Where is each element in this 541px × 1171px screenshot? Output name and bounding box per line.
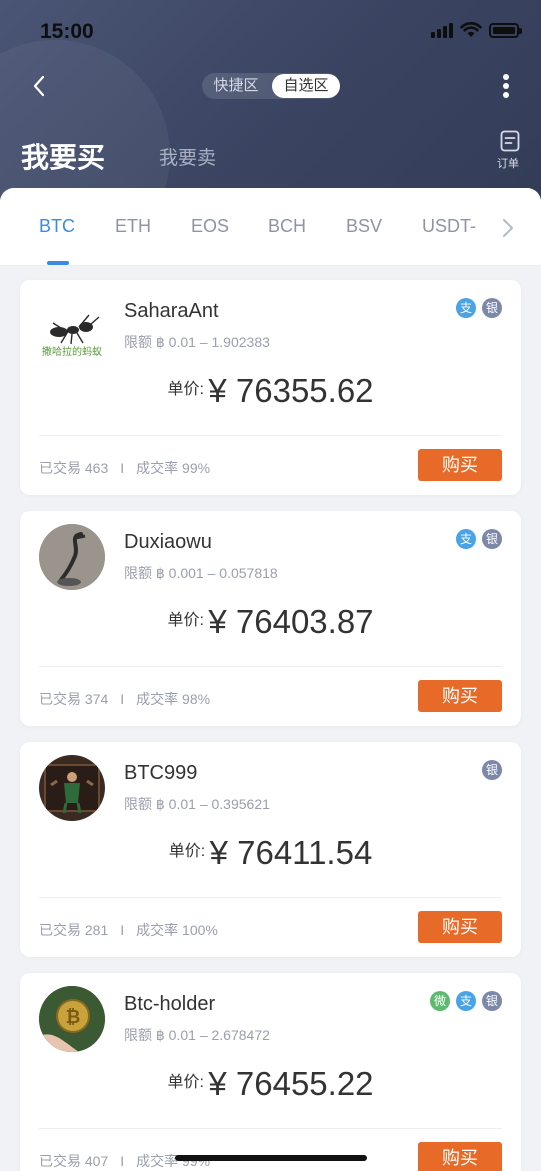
status-icons <box>431 22 522 38</box>
coin-tabs: BTC ETH EOS BCH BSV USDT- <box>0 188 541 266</box>
bank-badge: 银 <box>482 991 502 1011</box>
trade-count: 已交易 463 <box>39 460 109 476</box>
merchant-avatar[interactable]: 撒哈拉的蚂蚁 <box>39 293 105 359</box>
payment-methods: 支 银 <box>456 529 502 549</box>
listing-card[interactable]: Duxiaowu 限额 ฿ 0.001 – 0.057818 支 银 单价: ¥… <box>20 511 521 726</box>
chevron-right-icon[interactable] <box>501 218 515 238</box>
tab-btc[interactable]: BTC <box>39 216 75 237</box>
tab-bsv[interactable]: BSV <box>346 216 382 237</box>
orders-label: 订单 <box>497 158 519 170</box>
completion-rate: 成交率 98% <box>136 691 211 707</box>
price-line: 单价: ¥ 76455.22 <box>20 1065 521 1103</box>
listing-card[interactable]: 撒哈拉的蚂蚁 SaharaAnt 限额 ฿ 0.01 – 1.902383 支 … <box>20 280 521 495</box>
payment-methods: 支 银 <box>456 298 502 318</box>
merchant-name: Btc-holder <box>124 993 216 1015</box>
unit-price: ¥ 76355.62 <box>208 372 374 409</box>
price-line: 单价: ¥ 76403.87 <box>20 603 521 641</box>
zone-custom-tab[interactable]: 自选区 <box>272 74 340 98</box>
back-arrow-icon[interactable] <box>28 74 52 98</box>
listing-card[interactable]: BTC999 限额 ฿ 0.01 – 0.395621 银 单价: ¥ 7641… <box>20 742 521 957</box>
payment-methods: 银 <box>482 760 502 780</box>
unit-price: ¥ 76411.54 <box>209 834 373 871</box>
price-line: 单价: ¥ 76355.62 <box>20 372 521 410</box>
bitcoin-coin-photo: ₿ <box>39 986 105 1052</box>
buy-button[interactable]: 购买 <box>418 449 502 481</box>
alipay-badge: 支 <box>456 529 476 549</box>
alipay-badge: 支 <box>456 298 476 318</box>
completion-rate: 成交率 99% <box>136 460 211 476</box>
merchant-stats: 已交易 374 I 成交率 98% <box>39 691 211 707</box>
buy-button[interactable]: 购买 <box>418 680 502 712</box>
merchant-stats: 已交易 463 I 成交率 99% <box>39 460 211 476</box>
unit-price: ¥ 76403.87 <box>208 603 374 640</box>
wechat-badge: 微 <box>430 991 450 1011</box>
tab-sell[interactable]: 我要卖 <box>159 143 216 170</box>
listing-card[interactable]: ₿ Btc-holder 限额 ฿ 0.01 – 2.678472 微 支 银 … <box>20 973 521 1171</box>
zone-toggle: 快捷区 自选区 <box>202 73 340 99</box>
battery-icon <box>489 22 522 38</box>
trade-limit: 限额 ฿ 0.01 – 1.902383 <box>124 334 270 350</box>
trade-limit: 限额 ฿ 0.01 – 0.395621 <box>124 796 270 812</box>
merchant-stats: 已交易 407 I 成交率 99% <box>39 1153 211 1169</box>
completion-rate: 成交率 100% <box>136 922 218 938</box>
divider <box>39 897 502 898</box>
tab-eos[interactable]: EOS <box>191 216 229 237</box>
orders-icon <box>500 130 520 152</box>
trade-limit: 限额 ฿ 0.01 – 2.678472 <box>124 1027 270 1043</box>
cellular-signal-icon <box>431 22 453 38</box>
merchant-avatar[interactable] <box>39 524 105 590</box>
header-decoration <box>0 40 170 210</box>
sculpture-photo <box>39 524 105 590</box>
unit-price: ¥ 76455.22 <box>208 1065 374 1102</box>
price-line: 单价: ¥ 76411.54 <box>20 834 521 872</box>
bank-badge: 银 <box>482 760 502 780</box>
bank-badge: 银 <box>482 298 502 318</box>
home-indicator[interactable] <box>175 1155 367 1161</box>
divider <box>39 666 502 667</box>
merchant-name: BTC999 <box>124 762 198 784</box>
trade-limit: 限额 ฿ 0.001 – 0.057818 <box>124 565 278 581</box>
divider <box>39 435 502 436</box>
active-tab-indicator <box>47 261 69 265</box>
orders-button[interactable]: 订单 <box>497 130 523 171</box>
merchant-avatar[interactable] <box>39 755 105 821</box>
payment-methods: 微 支 银 <box>430 991 502 1011</box>
buy-button[interactable]: 购买 <box>418 911 502 943</box>
divider <box>39 1128 502 1129</box>
more-options-icon[interactable] <box>503 74 509 98</box>
avatar-caption: 撒哈拉的蚂蚁 <box>42 345 102 358</box>
tab-bch[interactable]: BCH <box>268 216 306 237</box>
tab-buy[interactable]: 我要买 <box>21 136 105 176</box>
merchant-name: Duxiaowu <box>124 531 212 553</box>
merchant-stats: 已交易 281 I 成交率 100% <box>39 922 218 938</box>
merchant-avatar[interactable]: ₿ <box>39 986 105 1052</box>
status-time: 15:00 <box>40 20 94 43</box>
ant-logo-icon: 撒哈拉的蚂蚁 <box>42 314 102 358</box>
tab-usdt[interactable]: USDT- <box>422 216 476 237</box>
svg-text:₿: ₿ <box>66 1007 81 1028</box>
trade-count: 已交易 374 <box>39 691 109 707</box>
price-label: 单价: <box>167 1074 204 1091</box>
tab-eth[interactable]: ETH <box>115 216 151 237</box>
price-label: 单价: <box>167 381 204 398</box>
merchant-name: SaharaAnt <box>124 300 219 322</box>
wifi-icon <box>460 22 482 37</box>
trade-count: 已交易 407 <box>39 1153 109 1169</box>
status-bar: 15:00 <box>0 0 541 64</box>
header: 15:00 快捷区 自选区 我要买 我要卖 订单 <box>0 0 541 210</box>
price-label: 单价: <box>168 843 206 860</box>
bank-badge: 银 <box>482 529 502 549</box>
buy-button[interactable]: 购买 <box>418 1142 502 1171</box>
alipay-badge: 支 <box>456 991 476 1011</box>
price-label: 单价: <box>167 612 204 629</box>
zone-quick-tab[interactable]: 快捷区 <box>202 74 270 98</box>
trade-count: 已交易 281 <box>39 922 109 938</box>
figurine-photo <box>39 755 105 821</box>
